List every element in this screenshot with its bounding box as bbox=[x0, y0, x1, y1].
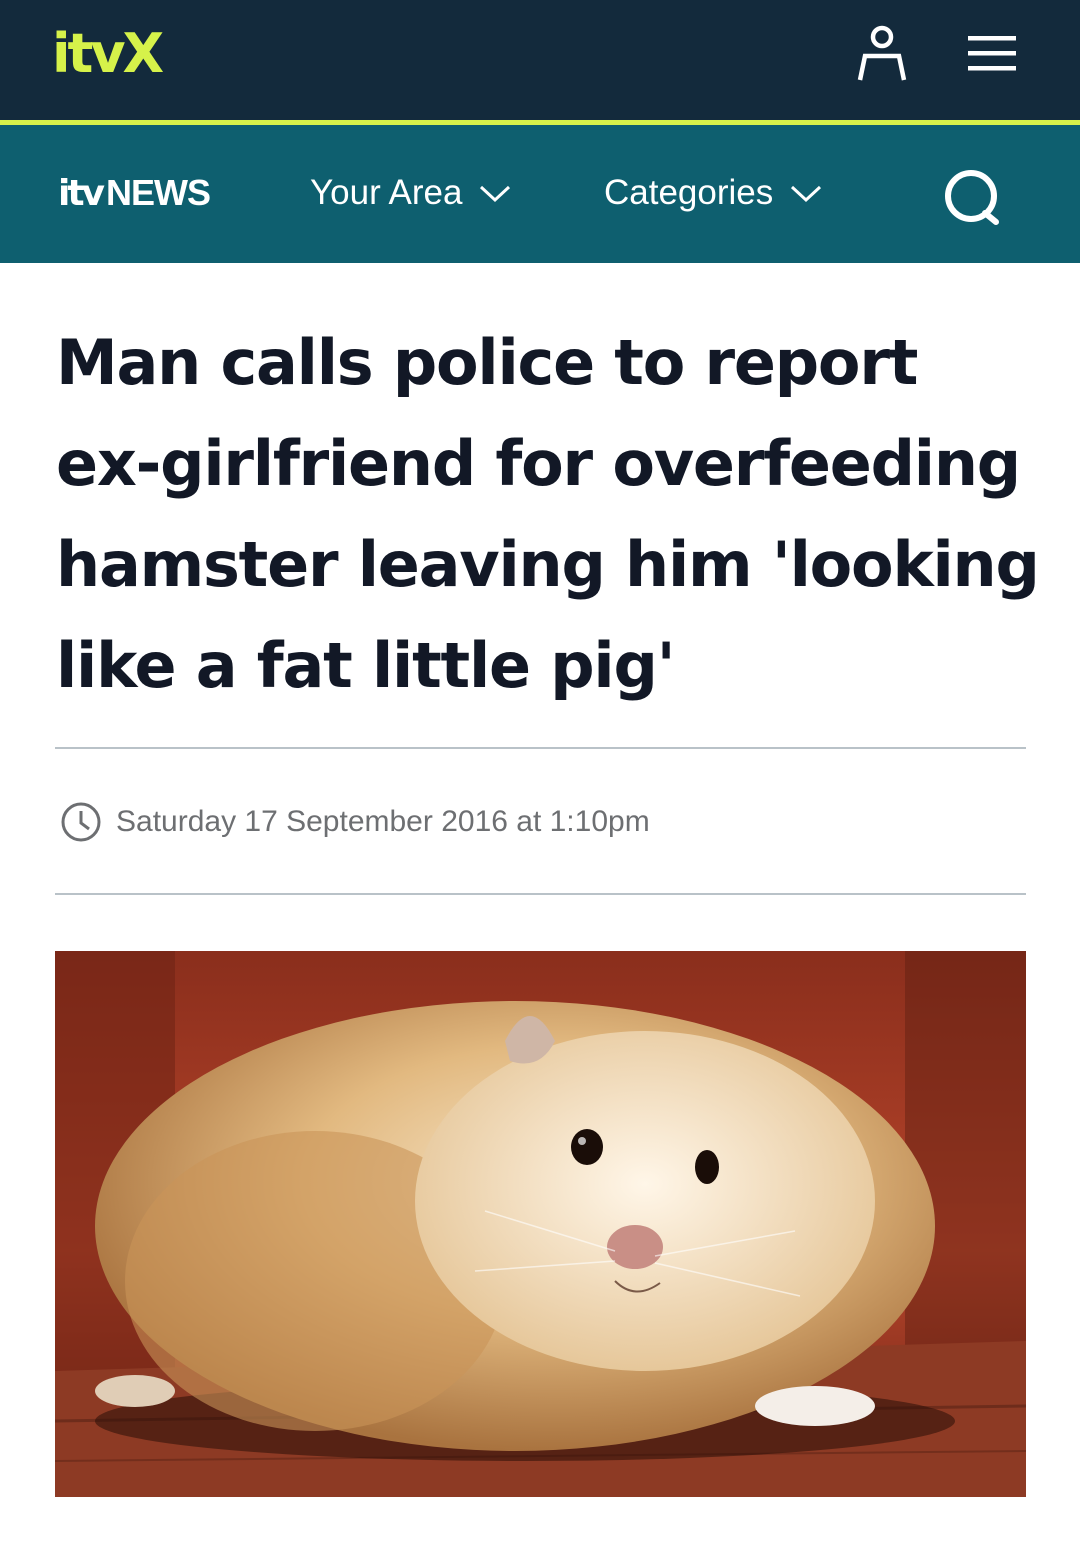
article-image[interactable] bbox=[55, 951, 1026, 1497]
search-icon bbox=[945, 170, 999, 225]
nav-your-area-label: Your Area bbox=[310, 173, 463, 212]
news-logo-prefix: itv bbox=[58, 173, 105, 214]
publish-date-text: Saturday 17 September 2016 at 1:10pm bbox=[116, 805, 650, 838]
divider-top bbox=[55, 747, 1026, 749]
account-button[interactable] bbox=[852, 24, 912, 84]
divider-bottom bbox=[55, 893, 1026, 895]
nav-categories[interactable]: Categories bbox=[604, 171, 823, 215]
menu-button[interactable] bbox=[966, 30, 1020, 78]
itv-news-logo[interactable]: itv NEWS bbox=[58, 171, 211, 216]
nav-your-area[interactable]: Your Area bbox=[310, 171, 512, 215]
publish-date: Saturday 17 September 2016 at 1:10pm bbox=[60, 800, 650, 844]
chevron-down-icon bbox=[791, 185, 822, 203]
search-button[interactable] bbox=[940, 165, 1004, 229]
hamster-image bbox=[55, 951, 1026, 1497]
user-icon bbox=[857, 25, 907, 81]
itvx-header: itvX bbox=[0, 0, 1080, 120]
news-logo-word: NEWS bbox=[106, 172, 211, 213]
itvx-logo[interactable]: itvX bbox=[52, 22, 164, 86]
nav-categories-label: Categories bbox=[604, 173, 774, 212]
chevron-down-icon bbox=[480, 185, 511, 203]
clock-icon bbox=[61, 802, 101, 842]
news-navigation: itv NEWS Your Area Categories bbox=[0, 125, 1080, 263]
hamburger-menu-icon bbox=[968, 36, 1016, 71]
article-headline: Man calls police to report ex-girlfriend… bbox=[56, 326, 1040, 702]
